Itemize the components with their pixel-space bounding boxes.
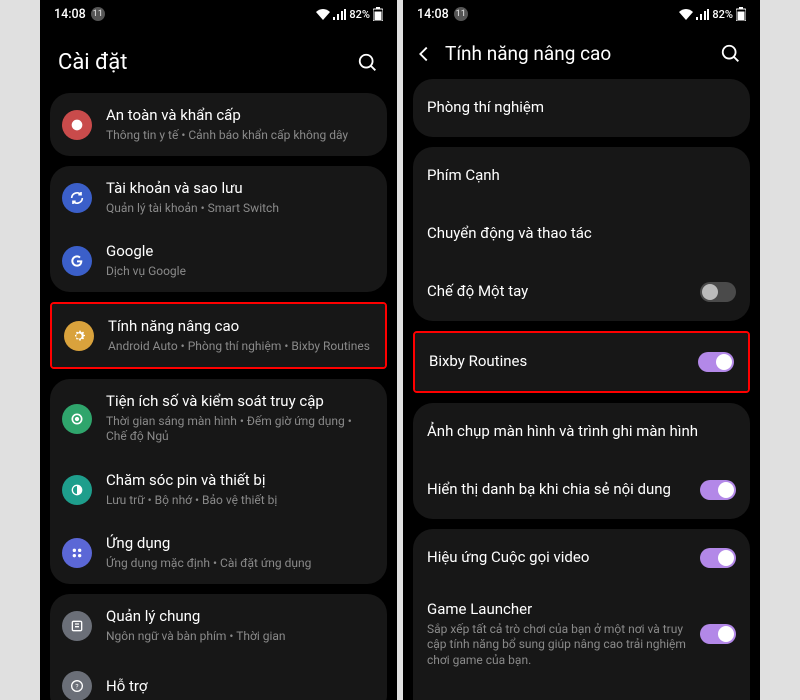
row-title: Tính năng nâng cao — [108, 317, 371, 337]
row-share-contacts[interactable]: Hiển thị danh bạ khi chia sẻ nội dung — [413, 461, 750, 519]
page-title: Tính năng nâng cao — [445, 42, 611, 65]
toggle-bixby-routines[interactable] — [698, 352, 734, 372]
row-title: An toàn và khẩn cấp — [106, 106, 373, 126]
row-advanced-features[interactable]: Tính năng nâng cao Android Auto • Phòng … — [52, 304, 385, 367]
row-subtitle: Lưu trữ • Bộ nhớ • Bảo vệ thiết bị — [106, 493, 373, 509]
card-safety: An toàn và khẩn cấp Thông tin y tế • Cản… — [50, 93, 387, 156]
row-motions[interactable]: Chuyển động và thao tác — [413, 205, 750, 263]
row-general[interactable]: Quản lý chung Ngôn ngữ và bàn phím • Thờ… — [50, 594, 387, 657]
status-bar: 14:08 11 82% — [40, 0, 397, 28]
row-title: Chuyển động và thao tác — [427, 224, 736, 244]
row-accounts[interactable]: Tài khoản và sao lưu Quản lý tài khoản •… — [50, 166, 387, 229]
phone-right-advanced: 14:08 11 82% Tính năng nâng cao — [403, 0, 760, 700]
row-subtitle: Ngôn ngữ và bàn phím • Thời gian — [106, 629, 373, 645]
row-title: Phòng thí nghiệm — [427, 98, 736, 118]
row-title: Game Launcher — [427, 600, 686, 620]
row-sidekey[interactable]: Phím Cạnh — [413, 147, 750, 205]
status-time: 14:08 — [54, 7, 86, 22]
notification-count-icon: 11 — [454, 7, 468, 21]
wifi-icon — [679, 9, 693, 20]
row-screenshot-recorder[interactable]: Ảnh chụp màn hình và trình ghi màn hình — [413, 403, 750, 461]
google-icon — [62, 246, 92, 276]
row-subtitle: Ứng dụng mặc định • Cài đặt ứng dụng — [106, 556, 373, 572]
wellbeing-icon — [62, 404, 92, 434]
row-wellbeing[interactable]: Tiện ích số và kiểm soát truy cập Thời g… — [50, 379, 387, 458]
row-onehanded[interactable]: Chế độ Một tay — [413, 263, 750, 321]
row-subtitle: Sắp xếp tất cả trò chơi của bạn ở một nơ… — [427, 622, 686, 669]
row-title: Ứng dụng — [106, 534, 373, 554]
wifi-icon — [316, 9, 330, 20]
card-labs: Phòng thí nghiệm — [413, 79, 750, 137]
row-title: Phím Cạnh — [427, 166, 736, 186]
card-input: Phím Cạnh Chuyển động và thao tác Chế độ… — [413, 147, 750, 321]
row-subtitle: Quản lý tài khoản • Smart Switch — [106, 201, 373, 217]
toggle-videocall-effects[interactable] — [700, 548, 736, 568]
toggle-game-launcher[interactable] — [700, 624, 736, 644]
row-videocall-effects[interactable]: Hiệu ứng Cuộc gọi video — [413, 529, 750, 587]
signal-icon — [333, 9, 346, 20]
row-labs[interactable]: Phòng thí nghiệm — [413, 79, 750, 137]
search-icon[interactable] — [720, 43, 742, 65]
row-title: Hiển thị danh bạ khi chia sẻ nội dung — [427, 480, 686, 500]
card-misc: Hiệu ứng Cuộc gọi video Game Launcher Sắ… — [413, 529, 750, 700]
battery-icon — [736, 7, 746, 21]
settings-list: An toàn và khẩn cấp Thông tin y tế • Cản… — [40, 93, 397, 700]
row-title: Tài khoản và sao lưu — [106, 179, 373, 199]
row-subtitle: Thông tin y tế • Cảnh báo khẩn cấp không… — [106, 128, 373, 144]
phone-left-settings: 14:08 11 82% Cài đặt An to — [40, 0, 397, 700]
battery-percent: 82% — [349, 8, 370, 21]
row-subtitle: Thời gian sáng màn hình • Đếm giờ ứng dụ… — [106, 414, 373, 445]
card-screen: Ảnh chụp màn hình và trình ghi màn hình … — [413, 403, 750, 519]
row-bixby-routines[interactable]: Bixby Routines — [415, 333, 748, 391]
row-subtitle: Dịch vụ Google — [106, 264, 373, 280]
row-title: Bixby Routines — [429, 352, 684, 372]
general-icon — [62, 611, 92, 641]
back-icon[interactable] — [413, 43, 435, 65]
battery-icon — [373, 7, 383, 21]
toggle-share-contacts[interactable] — [700, 480, 736, 500]
row-title: Quản lý chung — [106, 607, 373, 627]
row-devicecare[interactable]: Chăm sóc pin và thiết bị Lưu trữ • Bộ nh… — [50, 458, 387, 521]
safety-icon — [62, 110, 92, 140]
row-google[interactable]: Google Dịch vụ Google — [50, 229, 387, 292]
advanced-list: Phòng thí nghiệm Phím Cạnh Chuyển động v… — [403, 79, 760, 700]
card-general: Quản lý chung Ngôn ngữ và bàn phím • Thờ… — [50, 594, 387, 700]
card-wellbeing: Tiện ích số và kiểm soát truy cập Thời g… — [50, 379, 387, 584]
page-title: Cài đặt — [58, 50, 127, 75]
devicecare-icon — [62, 475, 92, 505]
row-title: Hiệu ứng Cuộc gọi video — [427, 548, 686, 568]
svg-text:?: ? — [75, 683, 78, 691]
row-safety[interactable]: An toàn và khẩn cấp Thông tin y tế • Cản… — [50, 93, 387, 156]
signal-icon — [696, 9, 709, 20]
row-support[interactable]: ? Hỗ trợ — [50, 657, 387, 700]
apps-icon — [62, 538, 92, 568]
row-subtitle: Android Auto • Phòng thí nghiệm • Bixby … — [108, 339, 371, 355]
support-icon: ? — [62, 671, 92, 700]
row-title: Chế độ Một tay — [427, 282, 686, 302]
toggle-onehanded[interactable] — [700, 282, 736, 302]
row-title: Google — [106, 242, 373, 262]
card-accounts: Tài khoản và sao lưu Quản lý tài khoản •… — [50, 166, 387, 292]
settings-header: Cài đặt — [40, 28, 397, 93]
status-bar: 14:08 11 82% — [403, 0, 760, 28]
gear-icon — [64, 321, 94, 351]
row-dual-messenger[interactable]: Dual Messenger — [413, 681, 750, 700]
notification-count-icon: 11 — [91, 7, 105, 21]
row-title: Tiện ích số và kiểm soát truy cập — [106, 392, 373, 412]
highlight-bixby: Bixby Routines — [413, 331, 750, 393]
row-title: Hỗ trợ — [106, 677, 373, 697]
battery-percent: 82% — [712, 8, 733, 21]
highlight-advanced: Tính năng nâng cao Android Auto • Phòng … — [50, 302, 387, 369]
row-title: Ảnh chụp màn hình và trình ghi màn hình — [427, 422, 736, 442]
status-time: 14:08 — [417, 7, 449, 22]
sync-icon — [62, 183, 92, 213]
row-game-launcher[interactable]: Game Launcher Sắp xếp tất cả trò chơi củ… — [413, 587, 750, 681]
search-icon[interactable] — [357, 52, 379, 74]
row-apps[interactable]: Ứng dụng Ứng dụng mặc định • Cài đặt ứng… — [50, 521, 387, 584]
row-title: Chăm sóc pin và thiết bị — [106, 471, 373, 491]
advanced-header: Tính năng nâng cao — [403, 28, 760, 79]
